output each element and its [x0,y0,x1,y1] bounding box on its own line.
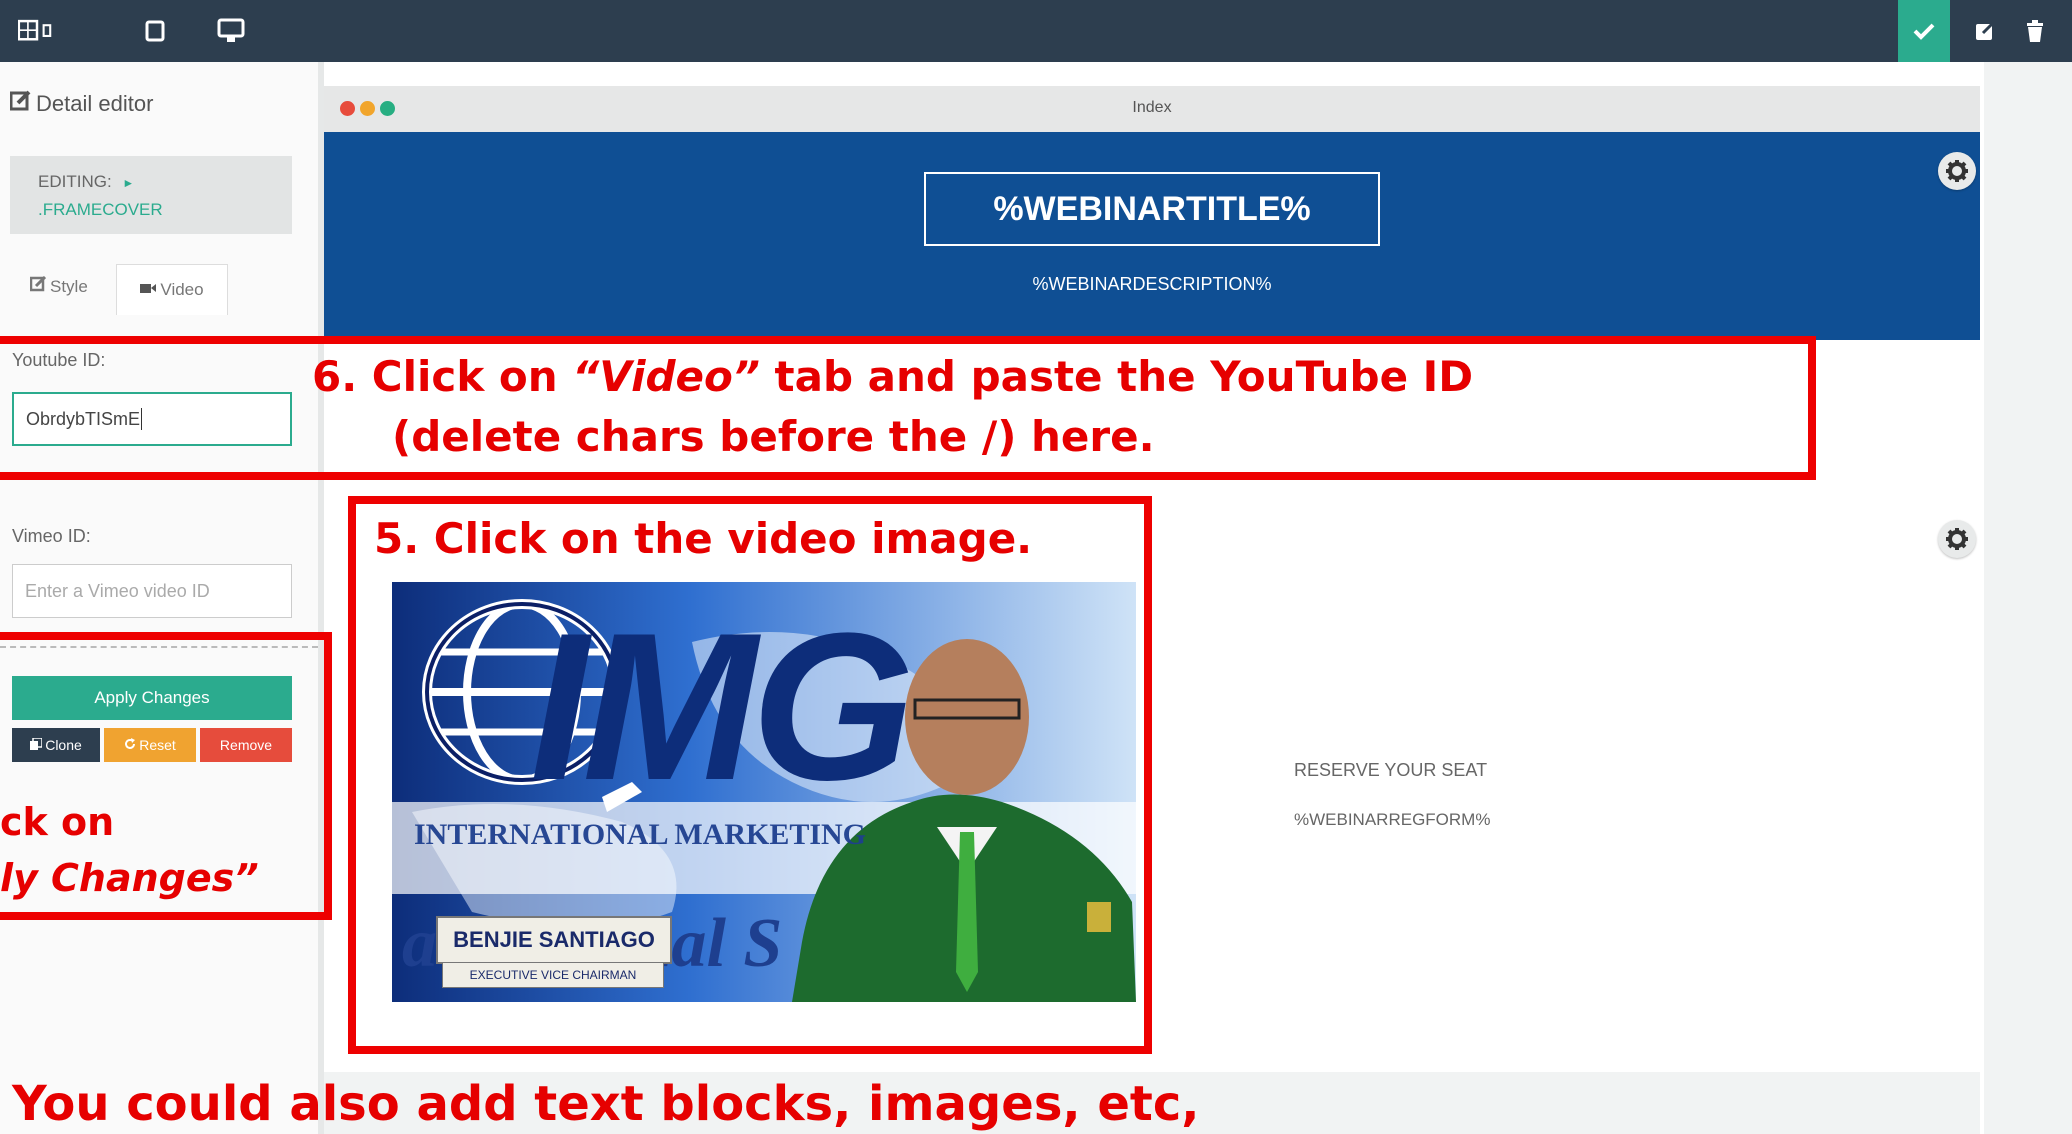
webinar-title: %WEBINARTITLE% [924,172,1380,246]
webinar-banner[interactable]: %WEBINARTITLE% %WEBINARDESCRIPTION% [324,132,1980,340]
section-gear-icon[interactable] [1938,520,1976,558]
reserve-seat-text: RESERVE YOUR SEAT [1294,760,1488,780]
play-icon: ► [122,176,135,190]
step5-label: 5. Click on the video image. [374,514,1033,563]
step7-line1: ck on [0,800,115,844]
edit-icon [9,90,32,117]
detail-editor-header: Detail editor [9,90,154,117]
tab-video[interactable]: Video [116,264,228,315]
external-link-icon[interactable] [1966,12,2004,50]
top-toolbar [0,0,2072,62]
step6-line2: (delete chars before the /) here. [392,412,1155,461]
tab-style[interactable]: Style [29,275,88,297]
vimeo-id-label: Vimeo ID: [12,526,91,546]
check-icon[interactable] [1898,0,1950,62]
editing-target: .FRAMECOVER [38,200,163,219]
webinar-description: %WEBINARDESCRIPTION% [1032,274,1272,294]
sidebar-title: Detail editor [36,90,154,116]
settings-gear-icon[interactable] [1938,152,1976,190]
canvas-margin [1984,62,2072,1134]
style-edit-icon [29,275,47,297]
step6-line1: 6. Click on “Video” tab and paste the Yo… [312,352,1474,401]
desktop-icon[interactable] [212,12,250,50]
tablet-icon[interactable] [136,12,174,50]
editing-info: EDITING: ► .FRAMECOVER [10,156,292,234]
footer-annotation: You could also add text blocks, images, … [12,1076,1200,1132]
browser-frame-bar: Index [324,86,1980,132]
browser-title: Index [1132,99,1172,116]
editing-label: EDITING: [38,172,112,191]
grid-mobile-icon[interactable] [18,12,56,50]
step5-callout-box [348,496,1152,1054]
step7-line2: ly Changes” [0,856,259,900]
vimeo-id-input[interactable]: Enter a Vimeo video ID [12,564,292,618]
video-camera-icon [140,281,157,299]
trash-icon[interactable] [2016,12,2054,50]
webinar-regform-text: %WEBINARREGFORM% [1294,810,1491,829]
